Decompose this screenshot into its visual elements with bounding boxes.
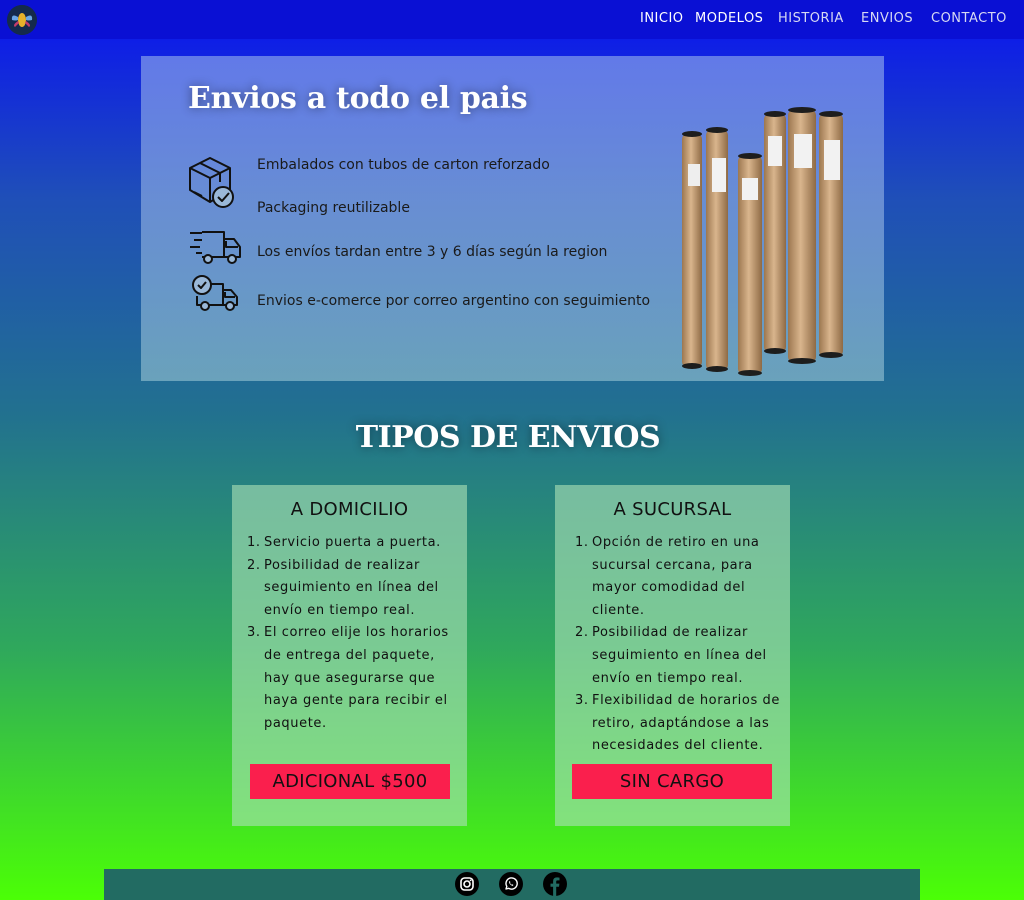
package-check-icon: [188, 156, 236, 210]
price-adicional-button[interactable]: ADICIONAL $500: [250, 764, 450, 799]
list-item: 2. Posibilidad de realizar seguimiento en…: [247, 557, 439, 618]
top-nav: INICIO MODELOS HISTORIA ENVIOS CONTACTO: [0, 0, 1024, 39]
nav-link-inicio[interactable]: INICIO: [640, 11, 684, 26]
nav-link-modelos[interactable]: MODELOS: [695, 11, 763, 26]
list-item: 1. Servicio puerta a puerta.: [247, 535, 441, 550]
nav-link-envios[interactable]: ENVIOS: [861, 11, 913, 26]
price-sin-cargo-button[interactable]: SIN CARGO: [572, 764, 772, 799]
feature-text: Packaging reutilizable: [257, 200, 410, 216]
section-title: TIPOS DE ENVIOS: [355, 420, 661, 455]
fast-truck-icon: [188, 229, 242, 265]
nav-link-historia[interactable]: HISTORIA: [778, 11, 844, 26]
feature-text: Embalados con tubos de carton reforzado: [257, 157, 550, 173]
card-title: A SUCURSAL: [613, 499, 732, 520]
footer: [104, 869, 920, 900]
hero-title: Envios a todo el pais: [188, 81, 528, 116]
feature-text: Envios e-comerce por correo argentino co…: [257, 293, 651, 309]
truck-clock-icon: [191, 274, 241, 312]
list-item: 1. Opción de retiro en una sucursal cerca…: [575, 535, 760, 618]
card-benefits-list: 1. Servicio puerta a puerta. 2. Posibilida…: [247, 532, 462, 735]
nav-link-contacto[interactable]: CONTACTO: [931, 11, 1007, 26]
card-title: A DOMICILIO: [290, 499, 409, 520]
card-benefits-list: 1. Opción de retiro en una sucursal cerca…: [575, 532, 785, 758]
whatsapp-icon[interactable]: [499, 872, 523, 896]
list-item: 2. Posibilidad de realizar seguimiento en…: [575, 625, 767, 686]
shipping-tubes-image: [676, 106, 861, 376]
shipping-hero: Envios a todo el pais Embalados con tubo…: [141, 56, 884, 381]
feature-text: Los envíos tardan entre 3 y 6 días según…: [257, 244, 608, 260]
list-item: 3. Flexibilidad de horarios de retiro, ad…: [575, 693, 781, 754]
facebook-icon[interactable]: [543, 872, 567, 896]
nav-links: INICIO MODELOS HISTORIA ENVIOS CONTACTO: [0, 11, 1024, 29]
list-item: 3. El correo elije los horarios de entreg…: [247, 625, 449, 731]
instagram-icon[interactable]: [455, 872, 479, 896]
card-a-domicilio: A DOMICILIO 1. Servicio puerta a puerta. …: [232, 485, 467, 826]
card-a-sucursal: A SUCURSAL 1. Opción de retiro en una suc…: [555, 485, 790, 826]
